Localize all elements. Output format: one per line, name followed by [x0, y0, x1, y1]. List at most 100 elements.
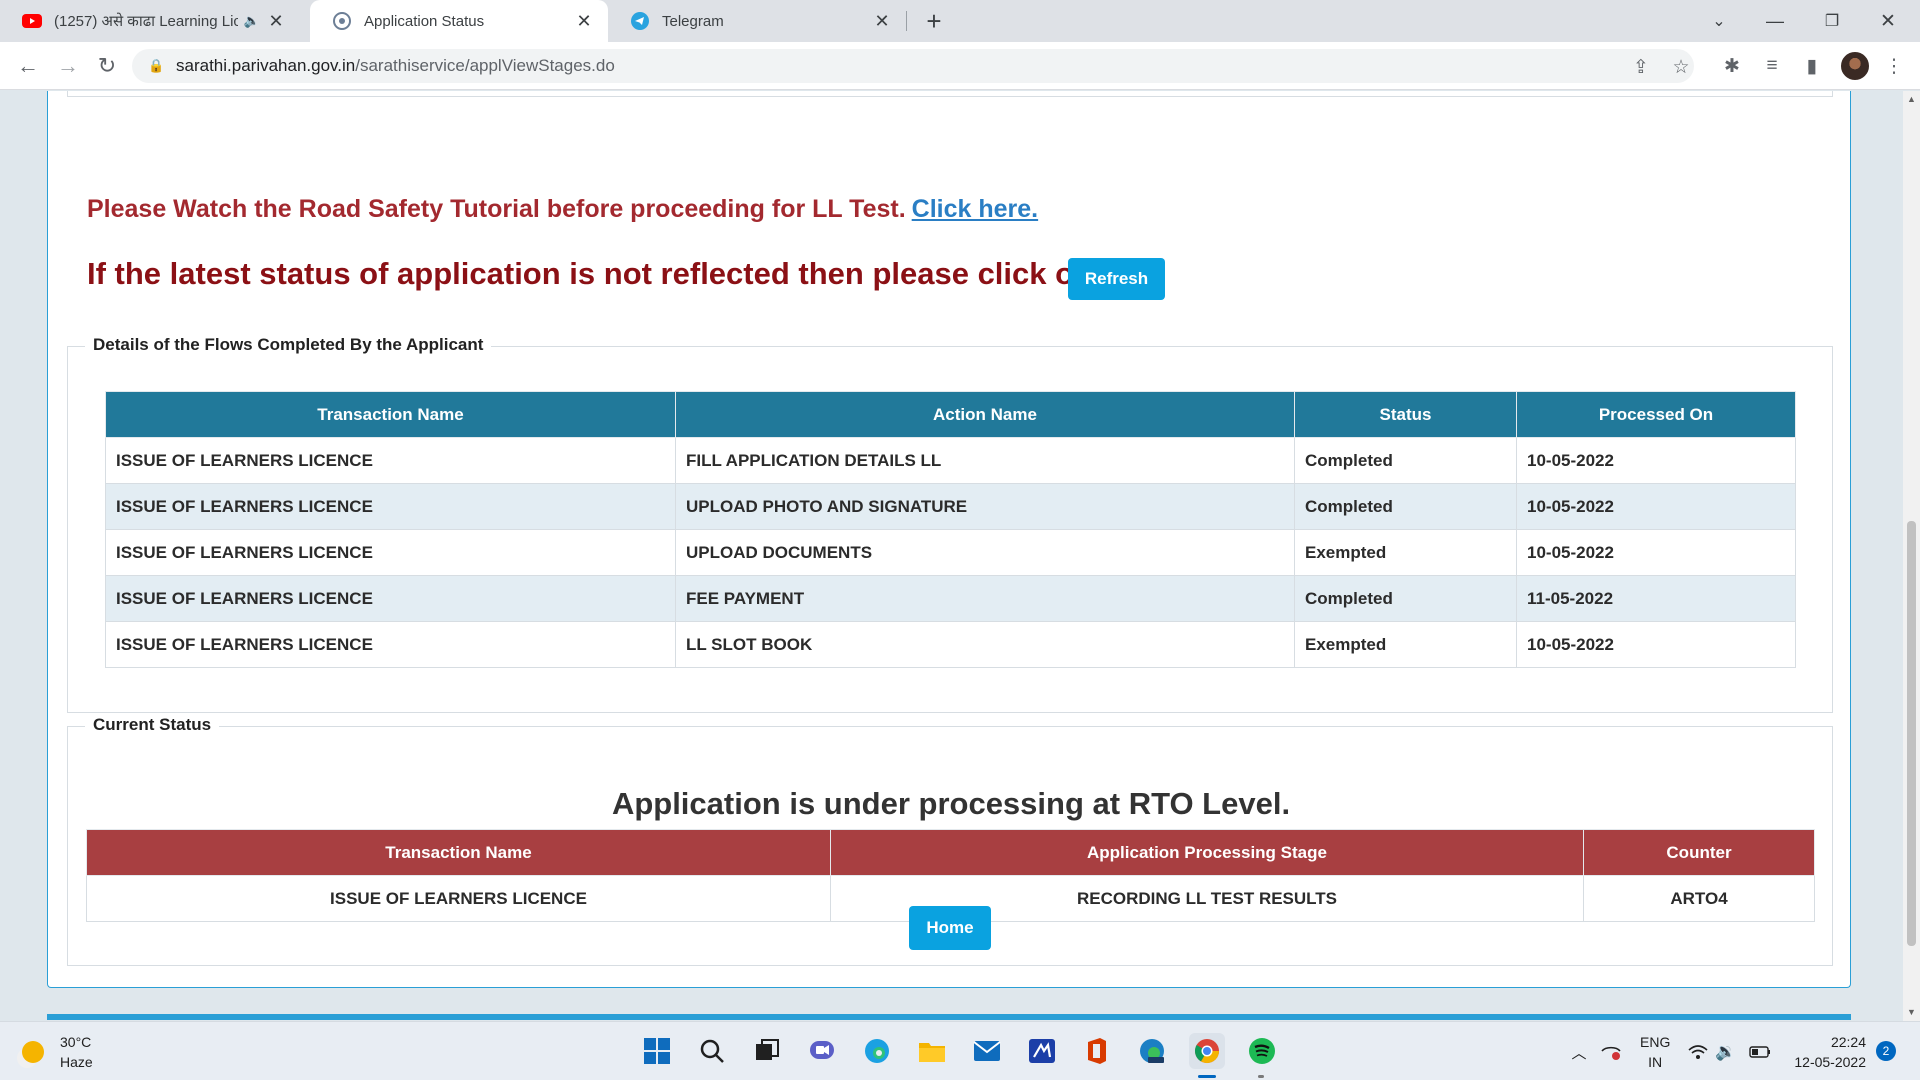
file-explorer-icon[interactable] — [914, 1033, 950, 1069]
weather-condition: Haze — [60, 1054, 93, 1070]
share-icon[interactable]: ⇪ — [1629, 55, 1653, 79]
reload-icon[interactable]: ↻ — [91, 50, 123, 82]
cell-action: FEE PAYMENT — [675, 575, 1295, 622]
start-icon[interactable] — [639, 1033, 675, 1069]
restore-icon[interactable]: ❐ — [1816, 6, 1848, 36]
flows-legend: Details of the Flows Completed By the Ap… — [85, 335, 492, 355]
table-row: ISSUE OF LEARNERS LICENCE FILL APPLICATI… — [105, 437, 1796, 484]
scroll-down-icon[interactable]: ▼ — [1903, 1004, 1920, 1021]
site-icon — [332, 11, 352, 31]
footer-band — [47, 1014, 1851, 1020]
col-transaction-name: Transaction Name — [86, 829, 831, 876]
tab-telegram[interactable]: Telegram ✕ — [608, 0, 906, 42]
col-processed-on: Processed On — [1516, 391, 1796, 438]
scroll-up-icon[interactable]: ▲ — [1903, 91, 1920, 108]
edge-icon[interactable] — [859, 1033, 895, 1069]
forward-icon[interactable]: → — [52, 50, 84, 82]
scrollbar-thumb[interactable] — [1907, 521, 1916, 946]
flows-table: Transaction Name Action Name Status Proc… — [105, 391, 1796, 668]
cell-status: Completed — [1294, 483, 1517, 530]
cell-date: 11-05-2022 — [1516, 575, 1796, 622]
edge-beta-icon[interactable] — [1134, 1033, 1170, 1069]
task-view-icon[interactable] — [749, 1033, 785, 1069]
col-processing-stage: Application Processing Stage — [830, 829, 1584, 876]
chrome-running-indicator — [1198, 1075, 1216, 1078]
wifi-icon[interactable] — [1686, 1040, 1710, 1064]
cell-transaction: ISSUE OF LEARNERS LICENCE — [105, 621, 676, 668]
new-tab-icon[interactable]: + — [918, 6, 950, 36]
cell-date: 10-05-2022 — [1516, 529, 1796, 576]
home-button[interactable]: Home — [909, 906, 991, 950]
close-tab-icon[interactable]: ✕ — [266, 11, 286, 32]
mail-icon[interactable] — [969, 1033, 1005, 1069]
app-icon[interactable] — [1024, 1033, 1060, 1069]
minimize-icon[interactable]: — — [1759, 6, 1791, 36]
chrome-icon[interactable] — [1189, 1033, 1225, 1069]
bookmark-star-icon[interactable]: ☆ — [1669, 55, 1693, 79]
cell-date: 10-05-2022 — [1516, 483, 1796, 530]
youtube-icon — [22, 11, 42, 31]
tutorial-link[interactable]: Click here. — [912, 195, 1038, 223]
clock[interactable]: 22:24 12-05-2022 — [1784, 1032, 1866, 1072]
language-indicator[interactable]: ENG IN — [1640, 1032, 1670, 1072]
side-panel-icon[interactable]: ▮ — [1800, 54, 1824, 78]
spotify-icon[interactable] — [1244, 1033, 1280, 1069]
taskbar: 30°C Haze ︿ ENG IN 🔉 22:24 12-05-2022 2 — [0, 1021, 1920, 1080]
profile-avatar[interactable] — [1841, 52, 1869, 80]
refresh-button[interactable]: Refresh — [1068, 258, 1165, 300]
close-tab-icon[interactable]: ✕ — [574, 11, 594, 32]
temperature: 30°C — [60, 1034, 92, 1050]
weather-sun-icon — [22, 1041, 44, 1063]
tab-title: Telegram — [662, 12, 724, 30]
tab-application-status[interactable]: Application Status ✕ — [310, 0, 608, 42]
cell-action: UPLOAD PHOTO AND SIGNATURE — [675, 483, 1295, 530]
flows-fieldset: Details of the Flows Completed By the Ap… — [67, 335, 1833, 713]
table-row: ISSUE OF LEARNERS LICENCE LL SLOT BOOK E… — [105, 621, 1796, 668]
table-header-row: Transaction Name Application Processing … — [86, 829, 1815, 876]
tab-title: (1257) असे काढा Learning Lic — [54, 13, 238, 30]
chevron-up-icon[interactable]: ︿ — [1567, 1040, 1591, 1064]
notification-badge[interactable]: 2 — [1876, 1041, 1896, 1061]
tab-youtube[interactable]: (1257) असे काढा Learning Lic 🔈 ✕ — [0, 0, 300, 42]
telegram-icon — [630, 11, 650, 31]
lock-icon[interactable]: 🔒 — [148, 58, 164, 74]
close-tab-icon[interactable]: ✕ — [872, 11, 892, 32]
cell-date: 10-05-2022 — [1516, 621, 1796, 668]
cell-status: Exempted — [1294, 621, 1517, 668]
network-error-icon[interactable] — [1599, 1040, 1623, 1064]
volume-icon[interactable]: 🔉 — [1714, 1040, 1738, 1064]
tutorial-notice: Please Watch the Road Safety Tutorial be… — [87, 195, 1039, 223]
cell-status: Completed — [1294, 437, 1517, 484]
cell-transaction: ISSUE OF LEARNERS LICENCE — [105, 575, 676, 622]
browser-tab-strip: (1257) असे काढा Learning Lic 🔈 ✕ Applica… — [0, 0, 1920, 42]
back-icon[interactable]: ← — [12, 50, 44, 82]
cell-transaction: ISSUE OF LEARNERS LICENCE — [105, 437, 676, 484]
page-scrollbar[interactable]: ▲ ▼ — [1903, 91, 1920, 1021]
battery-icon[interactable] — [1748, 1040, 1772, 1064]
menu-icon[interactable]: ⋮ — [1882, 54, 1906, 78]
teams-chat-icon[interactable] — [804, 1033, 840, 1069]
cell-action: UPLOAD DOCUMENTS — [675, 529, 1295, 576]
col-transaction-name: Transaction Name — [105, 391, 676, 438]
extensions-icon[interactable]: ✱ — [1720, 54, 1744, 78]
cell-transaction: ISSUE OF LEARNERS LICENCE — [105, 483, 676, 530]
search-icon[interactable] — [694, 1033, 730, 1069]
tab-separator — [906, 11, 907, 31]
office-icon[interactable] — [1079, 1033, 1115, 1069]
current-status-legend: Current Status — [85, 715, 220, 735]
cell-action: LL SLOT BOOK — [675, 621, 1295, 668]
weather-widget[interactable]: 30°C Haze — [22, 1032, 93, 1072]
table-header-row: Transaction Name Action Name Status Proc… — [105, 391, 1796, 438]
tab-search-icon[interactable]: ⌄ — [1703, 6, 1735, 36]
cell-transaction: ISSUE OF LEARNERS LICENCE — [105, 529, 676, 576]
reading-list-icon[interactable]: ≡ — [1760, 54, 1784, 78]
window-close-icon[interactable]: ✕ — [1872, 6, 1904, 36]
cell-status: Exempted — [1294, 529, 1517, 576]
spotify-running-indicator — [1258, 1075, 1264, 1078]
address-bar[interactable]: 🔒 sarathi.parivahan.gov.in/sarathiservic… — [132, 49, 1694, 83]
status-refresh-notice: If the latest status of application is n… — [87, 256, 1094, 291]
col-action-name: Action Name — [675, 391, 1295, 438]
processing-message: Application is under processing at RTO L… — [611, 786, 1291, 821]
speaker-icon[interactable]: 🔈 — [244, 13, 260, 29]
cell-transaction: ISSUE OF LEARNERS LICENCE — [86, 875, 831, 922]
